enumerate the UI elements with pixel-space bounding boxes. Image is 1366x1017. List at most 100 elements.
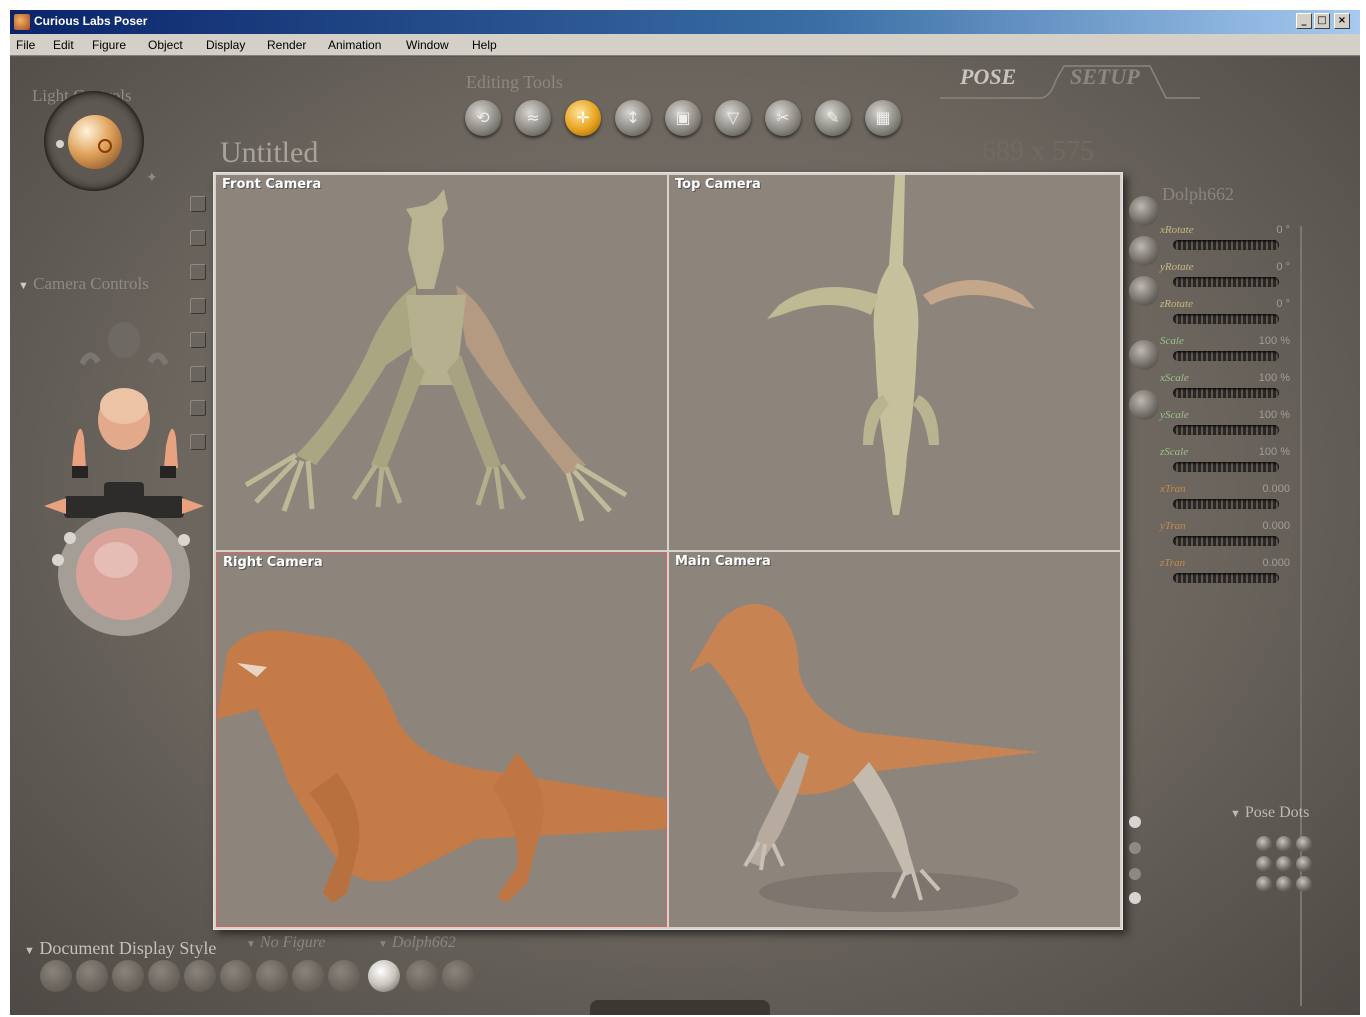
document-size: 689 x 575	[982, 136, 1094, 167]
grouping-tool-button[interactable]: ▦	[865, 100, 901, 136]
param-xscale-value[interactable]: 100 %	[1210, 372, 1290, 384]
param-xrotate-value[interactable]: 0 °	[1210, 224, 1290, 236]
document-window[interactable]: Front Camera Top Camera Right Camera Mai…	[213, 172, 1123, 930]
light-star-icon: ✦	[146, 170, 158, 186]
quick-button-2[interactable]	[190, 230, 206, 246]
parameter-lock-icon[interactable]	[1129, 340, 1159, 370]
display-style-cartoon-lined[interactable]	[328, 960, 360, 992]
param-zscale-dial[interactable]	[1173, 462, 1279, 472]
param-yscale-value[interactable]: 100 %	[1210, 409, 1290, 421]
menu-object[interactable]: Object	[148, 38, 183, 52]
menu-window[interactable]: Window	[406, 38, 449, 52]
param-ytran-value[interactable]: 0.000	[1210, 520, 1290, 532]
dinosaur-main-render	[689, 604, 1039, 912]
menu-help[interactable]: Help	[472, 38, 497, 52]
memory-dot-1[interactable]	[1129, 816, 1141, 828]
display-style-outline[interactable]	[76, 960, 108, 992]
pose-dot-9[interactable]	[1296, 876, 1312, 892]
param-zscale-value[interactable]: 100 %	[1210, 446, 1290, 458]
display-style-smooth-shaded[interactable]	[368, 960, 400, 992]
param-xrotate-dial[interactable]	[1173, 240, 1279, 250]
main-camera-view[interactable]: Main Camera	[669, 552, 1120, 927]
pose-dot-6[interactable]	[1296, 856, 1312, 872]
display-style-cartoon[interactable]	[292, 960, 324, 992]
param-ytran-dial[interactable]	[1173, 536, 1279, 546]
menu-display[interactable]: Display	[206, 38, 245, 52]
quick-button-6[interactable]	[190, 366, 206, 382]
parameter-reset-icon[interactable]	[1129, 276, 1159, 306]
param-xtran-value[interactable]: 0.000	[1210, 483, 1290, 495]
parameter-camera-icon[interactable]	[1129, 390, 1159, 420]
light-handle-icon[interactable]	[98, 139, 112, 153]
pose-dot-5[interactable]	[1276, 856, 1292, 872]
param-yrotate-value[interactable]: 0 °	[1210, 261, 1290, 273]
top-camera-view[interactable]: Top Camera	[669, 175, 1120, 550]
param-xtran-dial[interactable]	[1173, 499, 1279, 509]
pose-dots-triangle-icon[interactable]: ▼	[1230, 808, 1241, 820]
color-tool-button[interactable]: ✎	[815, 100, 851, 136]
right-camera-view[interactable]: Right Camera	[216, 552, 667, 927]
param-xscale-label: xScale	[1160, 372, 1189, 384]
menu-file[interactable]: File	[16, 38, 35, 52]
menu-edit[interactable]: Edit	[53, 38, 74, 52]
pose-dot-3[interactable]	[1296, 836, 1312, 852]
menu-figure[interactable]: Figure	[92, 38, 126, 52]
display-style-silhouette[interactable]	[40, 960, 72, 992]
taper-tool-button[interactable]: ▽	[715, 100, 751, 136]
actor-selector[interactable]: ▼ Dolph662	[378, 934, 456, 952]
pose-dot-7[interactable]	[1256, 876, 1272, 892]
tab-pose[interactable]: POSE	[960, 64, 1016, 90]
figure-selector[interactable]: ▼ No Figure	[246, 934, 326, 952]
translate-tool-button[interactable]: ✛	[565, 100, 601, 136]
timeline-drawer-handle[interactable]	[590, 1000, 770, 1015]
memory-dot-4[interactable]	[1129, 892, 1141, 904]
display-style-texture-shaded[interactable]	[442, 960, 474, 992]
quick-button-8[interactable]	[190, 434, 206, 450]
pose-dot-1[interactable]	[1256, 836, 1272, 852]
memory-dot-2[interactable]	[1129, 842, 1141, 854]
menu-render[interactable]: Render	[267, 38, 306, 52]
display-style-flat-lined[interactable]	[256, 960, 288, 992]
twist-tool-button[interactable]: ≈	[515, 100, 551, 136]
memory-dot-3[interactable]	[1129, 868, 1141, 880]
display-style-hidden-line[interactable]	[148, 960, 180, 992]
param-xscale-dial[interactable]	[1173, 388, 1279, 398]
scale-tool-button[interactable]: ▣	[665, 100, 701, 136]
camera-controls-widget[interactable]	[44, 306, 204, 646]
display-style-lit-wireframe[interactable]	[184, 960, 216, 992]
param-zrotate-dial[interactable]	[1173, 314, 1279, 324]
quick-button-3[interactable]	[190, 264, 206, 280]
quick-button-5[interactable]	[190, 332, 206, 348]
light-dot-icon[interactable]	[56, 140, 64, 148]
close-button[interactable]: ×	[1334, 13, 1350, 29]
param-yrotate-dial[interactable]	[1173, 277, 1279, 287]
param-ztran-value[interactable]: 0.000	[1210, 557, 1290, 569]
display-style-flat-shaded[interactable]	[220, 960, 252, 992]
param-yscale-dial[interactable]	[1173, 425, 1279, 435]
quick-button-7[interactable]	[190, 400, 206, 416]
front-camera-view[interactable]: Front Camera	[216, 175, 667, 550]
param-zrotate-value[interactable]: 0 °	[1210, 298, 1290, 310]
collapse-triangle-icon[interactable]: ▼	[18, 280, 29, 292]
pose-dot-8[interactable]	[1276, 876, 1292, 892]
light-sphere-icon[interactable]	[68, 115, 122, 169]
chain-break-tool-button[interactable]: ✂	[765, 100, 801, 136]
display-style-smooth-lined[interactable]	[406, 960, 438, 992]
minimize-button[interactable]: _	[1296, 13, 1312, 29]
pose-dot-2[interactable]	[1276, 836, 1292, 852]
translate-in-out-tool-button[interactable]: ↕	[615, 100, 651, 136]
display-style-wireframe[interactable]	[112, 960, 144, 992]
tab-setup[interactable]: SETUP	[1070, 64, 1140, 90]
quick-button-4[interactable]	[190, 298, 206, 314]
parameter-sphere-icon[interactable]	[1129, 236, 1159, 266]
maximize-button[interactable]: □	[1314, 13, 1330, 29]
param-scale-dial[interactable]	[1173, 351, 1279, 361]
pose-dot-4[interactable]	[1256, 856, 1272, 872]
menu-animation[interactable]: Animation	[328, 38, 381, 52]
quick-button-1[interactable]	[190, 196, 206, 212]
dds-triangle-icon[interactable]: ▼	[24, 945, 35, 957]
rotate-tool-button[interactable]: ⟲	[465, 100, 501, 136]
param-ztran-dial[interactable]	[1173, 573, 1279, 583]
param-scale-value[interactable]: 100 %	[1210, 335, 1290, 347]
parameter-dial-icon[interactable]	[1129, 196, 1159, 226]
